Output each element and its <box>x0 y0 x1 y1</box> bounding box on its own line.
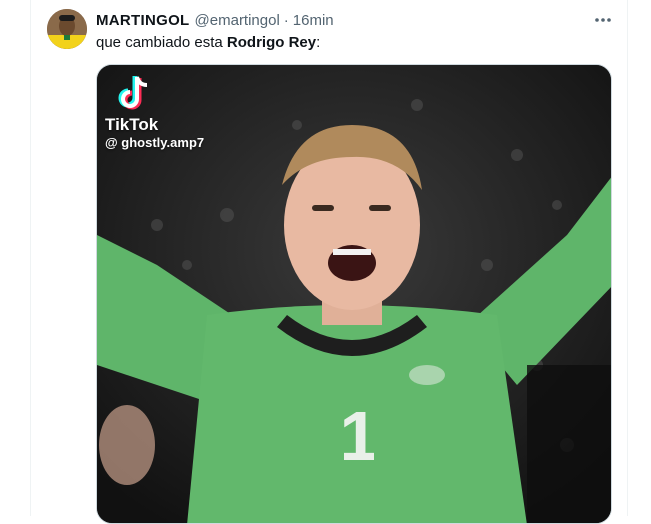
separator-dot: · <box>283 11 289 29</box>
tweet-header: MARTINGOL @emartingol · 16min <box>96 10 334 30</box>
tweet-media-video[interactable]: TikTok @ ghostly.amp7 1 <box>96 64 612 524</box>
mention-name: Rodrigo Rey <box>226 34 317 51</box>
tweet-text-prefix: que cambiado esta <box>96 34 227 51</box>
tweet-text-suffix: : <box>316 34 321 51</box>
tweet-text: que cambiado esta Rodrigo Rey: <box>96 33 320 53</box>
tiktok-username: @ ghostly.amp7 <box>105 135 205 150</box>
more-horizontal-icon <box>595 18 611 22</box>
svg-text:1: 1 <box>344 397 374 470</box>
timeline-right-border <box>627 0 628 516</box>
user-handle[interactable]: @emartingol <box>195 12 280 29</box>
jersey-number: 1 <box>344 397 374 470</box>
tiktok-brand-label: TikTok <box>105 115 159 134</box>
tiktok-logo-icon <box>118 76 148 110</box>
more-button[interactable] <box>590 10 616 30</box>
avatar[interactable] <box>47 9 87 49</box>
timestamp[interactable]: 16min <box>293 12 334 29</box>
avatar-image <box>47 9 87 49</box>
display-name[interactable]: MARTINGOL <box>96 12 190 29</box>
timeline-left-border <box>30 0 31 516</box>
